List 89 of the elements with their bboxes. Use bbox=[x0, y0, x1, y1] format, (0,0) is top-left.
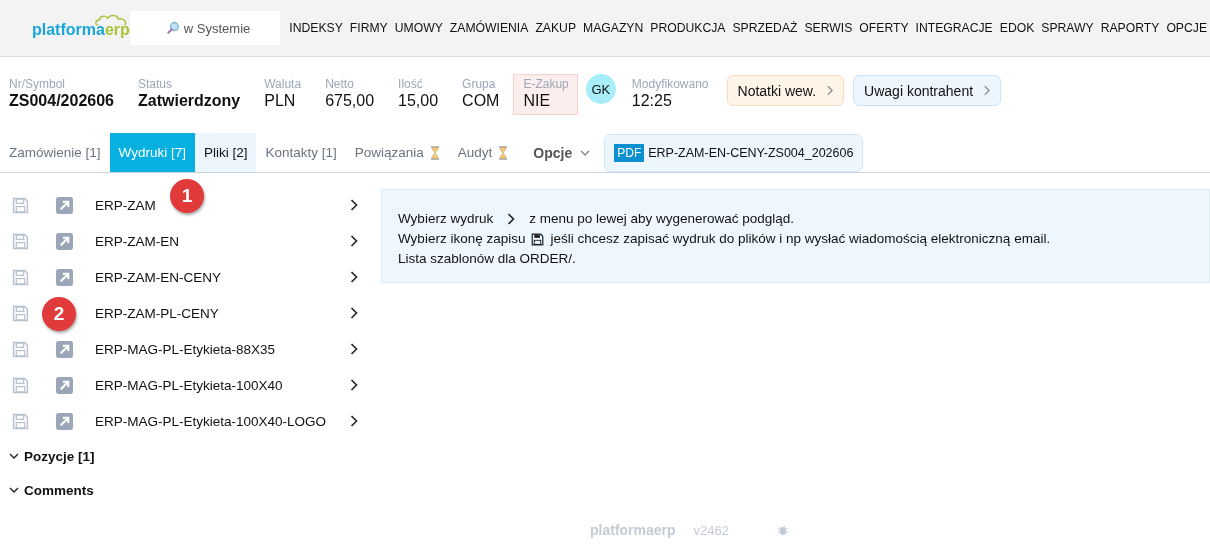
info-text: z menu po lewej aby wygenerować podgląd. bbox=[529, 210, 795, 228]
print-template-link[interactable]: ERP-ZAM-EN-CENY bbox=[95, 269, 221, 285]
nav-link[interactable]: UMOWY bbox=[391, 21, 447, 35]
field-value: 675,00 bbox=[325, 91, 375, 111]
nav-link[interactable]: OPCJE bbox=[1162, 21, 1210, 35]
print-template-link[interactable]: ERP-MAG-PL-Etykieta-88X35 bbox=[95, 341, 276, 357]
chevron-right-icon[interactable] bbox=[350, 235, 358, 247]
print-template-link[interactable]: ERP-MAG-PL-Etykieta-100X40 bbox=[95, 377, 283, 393]
nav-link[interactable]: SERWIS bbox=[800, 21, 856, 35]
save-icon[interactable] bbox=[12, 232, 29, 250]
nav-link[interactable]: ZAMÓWIENIA bbox=[446, 21, 532, 35]
save-icon[interactable] bbox=[12, 304, 29, 322]
field-value: PLN bbox=[264, 91, 297, 111]
field-label: Status bbox=[138, 77, 173, 91]
open-external-icon[interactable] bbox=[56, 376, 73, 394]
chevron-right-icon[interactable] bbox=[350, 271, 358, 283]
nav-link[interactable]: ZAKUP bbox=[531, 21, 580, 35]
field-label: Modyfikowano bbox=[631, 77, 709, 91]
nav-link[interactable]: INDEKSY bbox=[285, 21, 347, 35]
info-text: jeśli chcesz zapisać wydruk do plików i np wysłać wiadomością elektroniczną email. bbox=[550, 230, 1051, 248]
field-label: Netto bbox=[325, 77, 355, 91]
nav-link[interactable]: FIRMY bbox=[346, 21, 392, 35]
nav-link[interactable]: RAPORTY bbox=[1097, 21, 1163, 35]
chevron-right-icon[interactable] bbox=[350, 199, 358, 211]
chevron-right-icon bbox=[983, 85, 991, 96]
save-icon[interactable] bbox=[12, 196, 29, 214]
footer-logo: platformaerp bbox=[590, 522, 676, 538]
chevron-right-icon bbox=[826, 85, 834, 96]
tab[interactable]: Kontakty [1] bbox=[256, 133, 346, 172]
nav-link[interactable]: SPRZEDAŻ bbox=[728, 21, 801, 35]
nav-link[interactable]: PRODUKCJA bbox=[646, 21, 729, 35]
nav-link[interactable]: EDOK bbox=[996, 21, 1038, 35]
save-icon[interactable] bbox=[12, 340, 29, 358]
pdf-file-chip[interactable]: PDF ERP-ZAM-EN-CENY-ZS004_202606 bbox=[604, 133, 864, 172]
tab[interactable]: Pliki [2] bbox=[194, 133, 257, 172]
info-text: Wybierz wydruk bbox=[398, 210, 494, 228]
open-external-icon[interactable] bbox=[56, 196, 73, 214]
open-external-icon[interactable] bbox=[56, 412, 73, 430]
print-template-link[interactable]: ERP-MAG-PL-Etykieta-100X40-LOGO bbox=[95, 413, 327, 429]
chevron-down-icon bbox=[580, 149, 591, 156]
nav-link[interactable]: INTEGRACJE bbox=[912, 21, 997, 35]
nav-link[interactable]: OFERTY bbox=[855, 21, 913, 35]
chevron-down-icon bbox=[9, 487, 19, 493]
field-value: 15,00 bbox=[398, 91, 439, 111]
save-icon[interactable] bbox=[12, 268, 29, 286]
tab[interactable]: Powiązania bbox=[345, 133, 449, 172]
field-value: NIE bbox=[523, 91, 552, 111]
field-value: Zatwierdzony bbox=[138, 91, 241, 111]
chevron-right-icon[interactable] bbox=[350, 343, 358, 355]
info-text: Lista szablonów dla ORDER/. bbox=[398, 250, 576, 268]
field-label: Grupa bbox=[462, 77, 497, 91]
search-field[interactable]: w Systemie bbox=[129, 11, 280, 45]
tab[interactable]: Zamówienie [1] bbox=[0, 133, 110, 172]
save-icon[interactable] bbox=[12, 412, 29, 430]
open-external-icon[interactable] bbox=[56, 268, 73, 286]
chevron-right-icon[interactable] bbox=[350, 415, 358, 427]
chevron-right-icon[interactable] bbox=[350, 307, 358, 319]
notes-button[interactable]: Notatki wew. bbox=[726, 75, 845, 106]
field-label: Nr/Symbol bbox=[9, 77, 66, 91]
field-label: Waluta bbox=[264, 77, 302, 91]
nav-link[interactable]: MAGAZYN bbox=[579, 21, 647, 35]
field-label: E-Zakup bbox=[523, 77, 569, 91]
chevron-down-icon bbox=[9, 453, 19, 459]
bug-icon[interactable] bbox=[777, 524, 789, 536]
tab[interactable]: Audyt bbox=[448, 133, 518, 172]
collapsible-section-header[interactable]: Comments bbox=[0, 473, 372, 507]
nav-link[interactable]: SPRAWY bbox=[1037, 21, 1098, 35]
field-value: ZS004/202606 bbox=[9, 91, 114, 111]
version-label: v2462 bbox=[693, 522, 729, 538]
open-external-icon[interactable] bbox=[56, 232, 73, 250]
save-icon bbox=[531, 232, 545, 246]
callout-marker: 2 bbox=[42, 296, 76, 331]
info-text: Wybierz ikonę zapisu bbox=[398, 230, 526, 248]
print-template-link[interactable]: ERP-ZAM bbox=[95, 197, 156, 213]
print-template-link[interactable]: ERP-ZAM-EN bbox=[95, 233, 179, 249]
notes-button[interactable]: Uwagi kontrahent bbox=[853, 75, 1002, 106]
search-icon bbox=[166, 21, 180, 34]
callout-marker: 1 bbox=[170, 179, 204, 213]
open-external-icon[interactable] bbox=[56, 340, 73, 358]
field-label: Ilość bbox=[398, 77, 424, 91]
chevron-right-icon[interactable] bbox=[350, 379, 358, 391]
save-icon[interactable] bbox=[12, 376, 29, 394]
field-value: 12:25 bbox=[631, 91, 673, 111]
options-dropdown[interactable]: Opcje bbox=[517, 133, 603, 172]
user-avatar[interactable]: GK bbox=[585, 74, 616, 104]
print-template-link[interactable]: ERP-ZAM-PL-CENY bbox=[95, 305, 219, 321]
collapsible-section-header[interactable]: Pozycje [1] bbox=[0, 439, 372, 473]
chevron-right-icon bbox=[507, 213, 516, 225]
field-value: COM bbox=[462, 91, 500, 111]
